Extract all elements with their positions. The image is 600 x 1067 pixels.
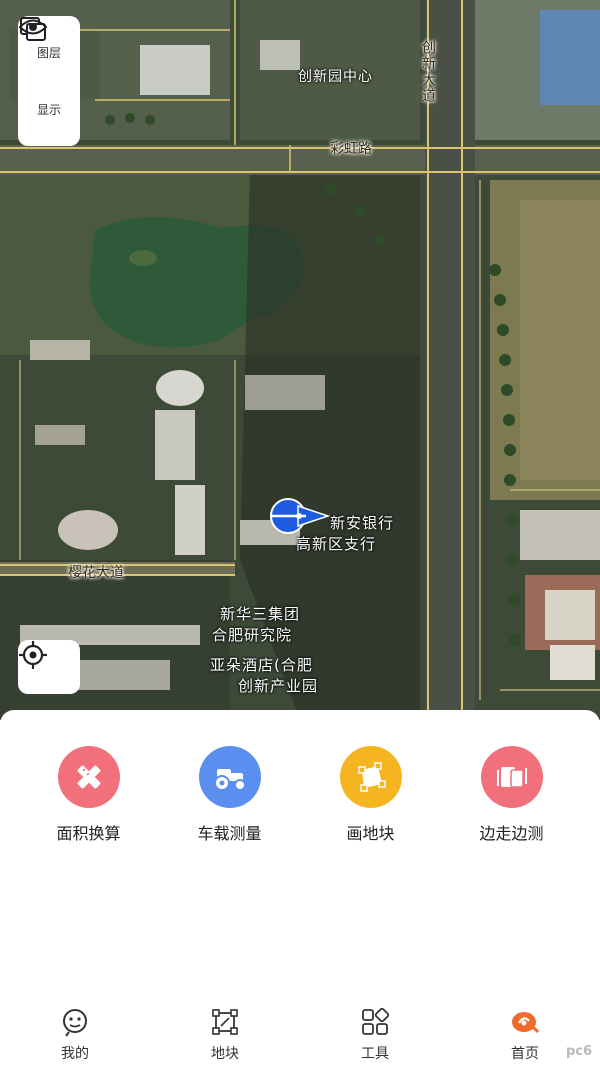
road-label-chuangxin: 创新大道 (420, 40, 436, 104)
locate-me-button[interactable] (18, 640, 80, 694)
tool-label: 边走边测 (479, 824, 544, 843)
plot-icon (212, 1008, 238, 1035)
tab-profile[interactable]: 我的 (20, 1007, 130, 1063)
crosshair-icon (19, 641, 47, 669)
poi-label-institute-line1[interactable]: 新华三集团 (220, 603, 300, 624)
tool-label: 面积换算 (56, 824, 121, 843)
road-label-yinghua: 樱花大道 (68, 565, 124, 581)
tab-plots[interactable]: 地块 (170, 1007, 280, 1063)
layers-label: 图层 (36, 46, 61, 60)
watermark: pc6 (565, 1044, 592, 1059)
tool-icon-bg (339, 746, 402, 808)
draw-plot-icon (357, 762, 386, 792)
poi-label-bank-line1[interactable]: 新安银行 (330, 512, 394, 533)
layers-button[interactable]: 图层 (20, 17, 61, 61)
tool-draw-plot[interactable]: 画地块 (311, 746, 431, 844)
poi-label-park[interactable]: 创新园中心 (298, 66, 373, 86)
location-arrow-icon (270, 498, 331, 534)
display-label: 显示 (36, 103, 61, 117)
tool-icon-bg (480, 746, 543, 808)
home-icon (512, 1011, 540, 1033)
current-location-marker (268, 496, 332, 536)
tools-sheet: 面积换算 车载测量 画地块 边走边测 (0, 710, 600, 1002)
tool-row: 面积换算 车载测量 画地块 边走边测 (0, 746, 600, 844)
road-label-caihong: 彩虹路 (330, 141, 372, 157)
map-control-panel: 图层 显示 (18, 16, 80, 146)
satellite-map[interactable]: 彩虹路 创新大道 樱花大道 创新园中心 新安银行 高新区支行 新华三集团 合肥研… (0, 0, 600, 720)
tool-icon-bg (57, 746, 120, 808)
tab-home[interactable]: 首页 (470, 1007, 580, 1063)
eye-icon (18, 19, 48, 35)
tab-tools[interactable]: 工具 (320, 1007, 430, 1063)
tools-grid-icon (362, 1007, 390, 1035)
bottom-tab-bar: 我的 地块 工具 首页 (0, 1002, 600, 1067)
display-button[interactable]: 显示 (18, 19, 61, 118)
tool-vehicle-measure[interactable]: 车载测量 (170, 746, 290, 844)
tool-icon-bg (198, 746, 261, 808)
profile-icon (63, 1008, 87, 1037)
tab-label: 我的 (61, 1045, 89, 1062)
tool-area-conversion[interactable]: 面积换算 (29, 746, 149, 844)
tool-label: 车载测量 (197, 824, 262, 843)
poi-label-institute-line2[interactable]: 合肥研究院 (212, 624, 292, 645)
walk-measure-icon (496, 767, 527, 788)
poi-label-hotel-line2[interactable]: 创新产业园 (238, 675, 318, 696)
tool-label: 画地块 (346, 824, 395, 843)
tab-label: 首页 (511, 1045, 539, 1062)
poi-label-hotel-line1[interactable]: 亚朵酒店(合肥 (210, 654, 313, 675)
tool-walk-measure[interactable]: 边走边测 (452, 746, 572, 844)
tab-label: 地块 (211, 1045, 239, 1062)
tractor-icon (213, 769, 246, 791)
ruler-pencil-icon (77, 765, 100, 789)
poi-label-bank-line2[interactable]: 高新区支行 (296, 533, 376, 554)
tab-label: 工具 (361, 1045, 389, 1062)
